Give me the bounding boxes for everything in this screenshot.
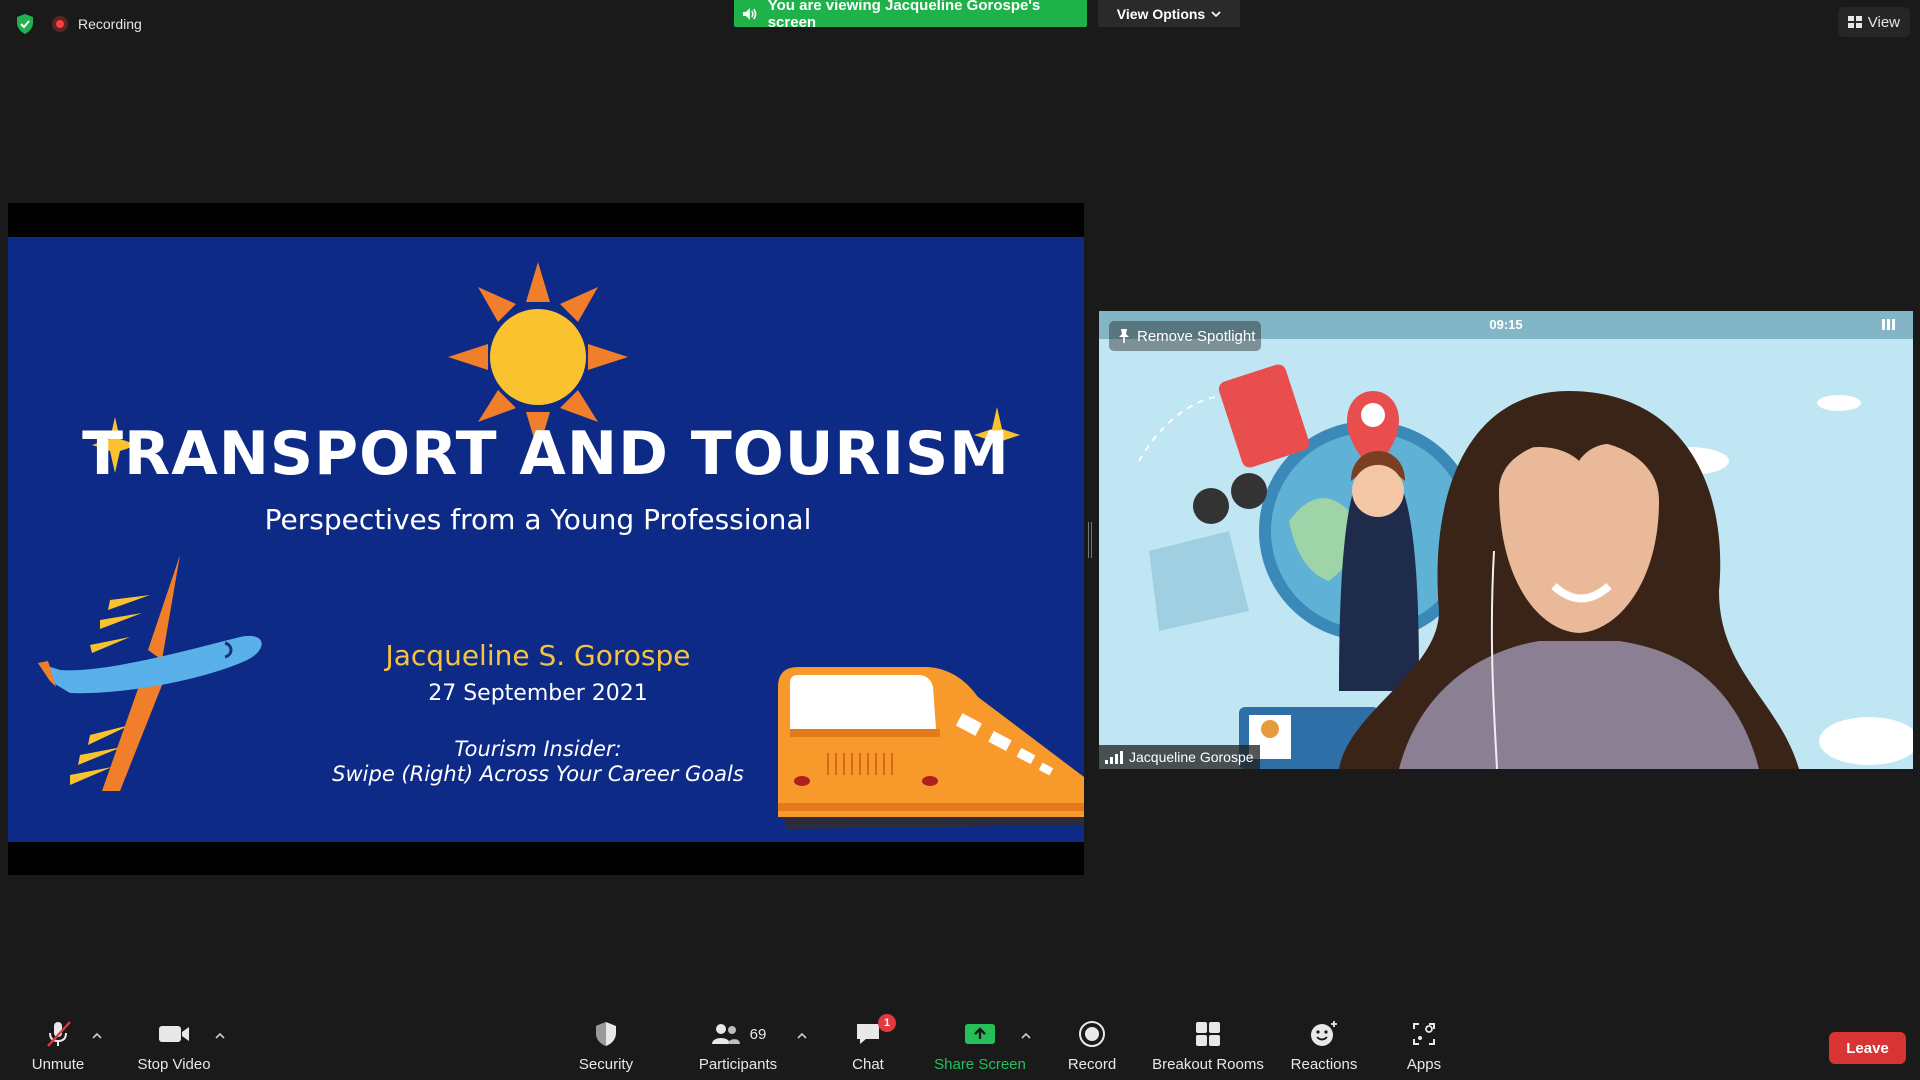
audio-options-caret-icon[interactable] [89,1028,105,1044]
presentation-slide: TRANSPORT AND TOURISM Perspectives from … [8,237,1084,842]
slide-title: TRANSPORT AND TOURISM [82,419,1010,489]
stop-video-label: Stop Video [137,1056,211,1073]
meeting-status-bar: Recording [14,12,142,36]
share-screen-icon [964,1018,996,1050]
chat-bubble-icon: 1 [854,1014,896,1050]
participants-icon [711,1024,740,1044]
security-button[interactable]: Security [570,1018,642,1076]
encryption-shield-icon[interactable] [14,13,36,35]
smiley-plus-icon [1309,1018,1339,1050]
apps-icon [1411,1018,1437,1050]
share-screen-label: Share Screen [934,1056,1026,1073]
viewing-banner-text: You are viewing Jacqueline Gorospe's scr… [767,0,1041,31]
view-options-button[interactable]: View Options [1098,0,1240,27]
participant-name-label: Jacqueline Gorospe [1099,745,1260,769]
apps-button[interactable]: Apps [1390,1018,1458,1076]
chevron-down-icon [1211,10,1221,17]
chat-unread-badge: 1 [878,1014,896,1032]
participants-icon-group: 69 [710,1018,767,1050]
recording-label: Recording [78,16,142,32]
unmute-button[interactable]: Unmute [22,1018,94,1076]
slide-date: 27 September 2021 [428,681,648,706]
participant-video-tile[interactable]: 09:15 Remove Spotlight Jacqueline Gorosp… [1099,311,1913,769]
participant-name: Jacqueline Gorospe [1129,749,1254,765]
video-background-illustration [1099,311,1913,769]
panel-splitter-handle[interactable] [1088,522,1092,558]
recording-dot-icon [52,16,68,32]
video-options-caret-icon[interactable] [212,1028,228,1044]
reactions-button[interactable]: Reactions [1286,1018,1362,1076]
participants-count: 69 [749,1025,767,1043]
muted-microphone-icon [43,1018,73,1050]
grid-view-icon [1847,16,1862,28]
participants-label: Participants [698,1056,778,1073]
viewing-screen-banner: You are viewing Jacqueline Gorospe's scr… [734,0,1087,31]
airplane-illustration [38,555,262,791]
chat-button[interactable]: 1 Chat [832,1014,904,1076]
chat-label: Chat [852,1056,884,1073]
record-icon [1078,1018,1106,1050]
apps-label: Apps [1406,1056,1442,1073]
record-label: Record [1067,1056,1117,1073]
share-options-caret-icon[interactable] [1018,1028,1034,1044]
meeting-toolbar: Unmute Stop Video Security 69 Participan… [0,1008,1920,1080]
fullscreen-toggle-icon[interactable] [1882,319,1895,330]
participants-button[interactable]: 69 Participants [690,1018,786,1076]
slide-author: Jacqueline S. Gorospe [385,639,691,672]
remove-spotlight-button[interactable]: Remove Spotlight [1109,321,1262,351]
pin-icon [1119,329,1129,343]
stop-video-button[interactable]: Stop Video [130,1018,218,1076]
participants-options-caret-icon[interactable] [794,1028,810,1044]
breakout-rooms-icon [1195,1018,1221,1050]
slide-event-title: Tourism Insider: Swipe (Right) Across Yo… [278,737,798,787]
slide-event-line-2: Swipe (Right) Across Your Career Goals [332,762,744,786]
reactions-label: Reactions [1290,1056,1358,1073]
record-button[interactable]: Record [1056,1018,1128,1076]
view-label: View [1867,13,1900,31]
video-camera-icon [157,1018,191,1050]
recording-indicator[interactable]: Recording [52,16,142,32]
breakout-rooms-label: Breakout Rooms [1152,1056,1264,1073]
slide-event-line-1: Tourism Insider: [454,737,622,761]
unmute-label: Unmute [31,1056,85,1073]
train-illustration [778,667,1084,829]
slide-subtitle: Perspectives from a Young Professional [264,503,812,536]
security-label: Security [578,1056,634,1073]
share-screen-button[interactable]: Share Screen [930,1018,1030,1076]
leave-button[interactable]: Leave [1829,1032,1906,1064]
speaker-icon [742,7,757,20]
breakout-rooms-button[interactable]: Breakout Rooms [1148,1018,1268,1076]
security-shield-icon [593,1018,619,1050]
remove-spotlight-label: Remove Spotlight [1137,327,1256,345]
view-options-label: View Options [1116,5,1206,22]
signal-strength-icon [1105,750,1123,764]
view-layout-button[interactable]: View [1837,7,1910,37]
